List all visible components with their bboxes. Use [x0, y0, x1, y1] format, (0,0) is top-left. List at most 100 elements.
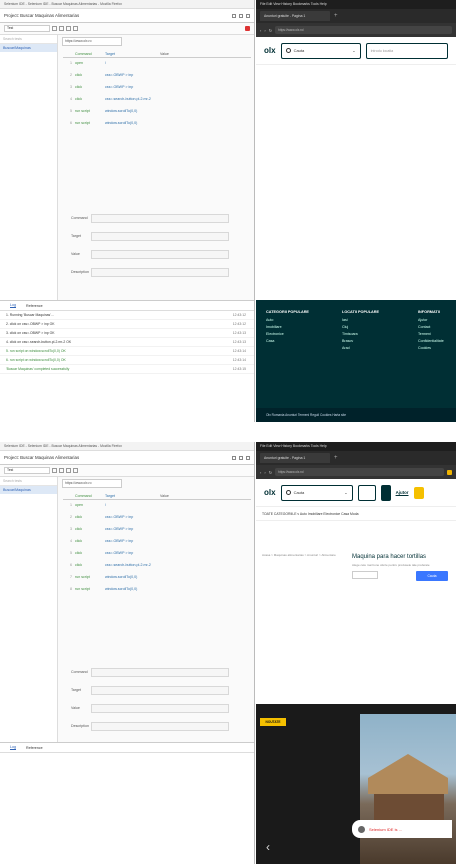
back-icon[interactable]: ‹	[260, 28, 261, 33]
address-bar[interactable]: https://www.olx.ro/	[275, 26, 452, 34]
olx-location-field[interactable]	[357, 484, 376, 501]
new-test-icon[interactable]	[232, 455, 236, 460]
olx-logo[interactable]: olx	[264, 46, 276, 55]
olx-category-nav[interactable]: TOATE CATEGORIILE v Auto Imobiliare Elec…	[256, 507, 456, 521]
promo-text: Alege cele mai bune oferte pentru produs…	[352, 563, 430, 567]
footer-link[interactable]: Electronice	[266, 332, 328, 336]
row-command: click	[75, 85, 82, 89]
extension-icon[interactable]	[447, 469, 452, 475]
run-icon[interactable]	[59, 26, 64, 31]
command-row[interactable]: 3 click css=.OBWP > inp	[63, 524, 251, 536]
olx-search-field[interactable]: Cauta ⌄	[280, 484, 353, 501]
tab-reference[interactable]: Reference	[26, 746, 43, 750]
command-input[interactable]	[91, 667, 229, 677]
value-input[interactable]	[91, 249, 229, 259]
tests-pane: Search tests Buscar/Maquinas	[0, 477, 58, 742]
command-row[interactable]: 6 click css=.search-button.pl-2.mr-2	[63, 560, 251, 572]
firefox-window: File Edit View History Bookmarks Tools H…	[256, 0, 456, 422]
footer-link[interactable]: Imobiliare	[266, 325, 328, 329]
olx-search-button[interactable]	[380, 484, 391, 501]
speed-icon[interactable]	[73, 468, 78, 473]
row-target: css=.OBWP > inp	[105, 539, 134, 543]
back-icon[interactable]: ‹	[260, 470, 261, 475]
target-input[interactable]	[91, 231, 229, 241]
form-label-value: Value	[71, 252, 80, 256]
footer-link[interactable]: Arad	[342, 346, 404, 350]
run-all-icon[interactable]	[52, 468, 57, 473]
command-row[interactable]: 7 run script window.scrollTo(0,0)	[63, 572, 251, 584]
row-command: click	[75, 563, 82, 567]
new-tab-icon[interactable]: +	[334, 455, 338, 461]
command-row[interactable]: 4 click css=.search-button.pl-2.mr-2	[63, 94, 251, 106]
footer-link[interactable]: Confidentialitate	[418, 339, 456, 343]
footer-link[interactable]: Cookies	[418, 346, 456, 350]
log-tabs: Log Reference	[0, 743, 254, 753]
test-select[interactable]: Test	[4, 25, 50, 32]
olx-logo[interactable]: olx	[264, 488, 276, 497]
tab-log[interactable]: Log	[10, 745, 16, 750]
description-input[interactable]	[91, 721, 229, 731]
command-row[interactable]: 3 click css=.OBWP > inp	[63, 82, 251, 94]
footer-link[interactable]: Ajutor	[418, 318, 456, 322]
tab-reference[interactable]: Reference	[26, 304, 43, 308]
target-input[interactable]	[91, 685, 229, 695]
chevron-left-icon[interactable]: ‹	[266, 840, 270, 854]
footer-link[interactable]: Timisoara	[342, 332, 404, 336]
footer-link[interactable]: Contact	[418, 325, 456, 329]
olx-location-field[interactable]: Introdu locatia	[365, 42, 448, 59]
run-icon[interactable]	[59, 468, 64, 473]
description-input[interactable]	[91, 267, 229, 277]
base-url-field[interactable]: https://www.olx.ro	[62, 37, 122, 46]
form-label-command: Command	[71, 670, 88, 674]
test-item[interactable]: Buscar/Maquinas	[0, 44, 57, 52]
footer-link[interactable]: Auto	[266, 318, 328, 322]
olx-search-field[interactable]: Cauta ⌄	[280, 42, 361, 59]
command-row[interactable]: 8 run script window.scrollTo(0,0)	[63, 584, 251, 596]
step-icon[interactable]	[66, 26, 71, 31]
selenium-toast[interactable]: Selenium IDE is ...	[352, 820, 452, 838]
save-icon[interactable]	[246, 13, 250, 18]
record-icon[interactable]	[245, 26, 250, 31]
open-icon[interactable]	[239, 13, 243, 18]
forward-icon[interactable]: ›	[264, 470, 265, 475]
run-all-icon[interactable]	[52, 26, 57, 31]
open-icon[interactable]	[239, 455, 243, 460]
footer-link[interactable]: Iasi	[342, 318, 404, 322]
command-row[interactable]: 1 open /	[63, 58, 251, 70]
tab-log[interactable]: Log	[10, 303, 16, 308]
forward-icon[interactable]: ›	[264, 28, 265, 33]
speed-icon[interactable]	[73, 26, 78, 31]
command-row[interactable]: 6 run script window.scrollTo(0,0)	[63, 118, 251, 130]
step-icon[interactable]	[66, 468, 71, 473]
reload-icon[interactable]: ↻	[269, 470, 272, 475]
new-tab-icon[interactable]: +	[334, 13, 338, 19]
command-row[interactable]: 5 click css=.OBWP > inp	[63, 548, 251, 560]
value-input[interactable]	[91, 703, 229, 713]
promo-input[interactable]	[352, 571, 378, 579]
command-row[interactable]: 1 open /	[63, 500, 251, 512]
command-row[interactable]: 2 click css=.OBWP > inp	[63, 70, 251, 82]
save-icon[interactable]	[246, 455, 250, 460]
ajutor-link[interactable]: Ajutor	[396, 490, 409, 495]
command-row[interactable]: 4 click css=.OBWP > inp	[63, 536, 251, 548]
footer-link[interactable]: Termeni	[418, 332, 456, 336]
address-bar[interactable]: https://www.olx.ro/	[275, 468, 444, 476]
browser-tab[interactable]: Anunturi gratuite - Pagina 1	[260, 453, 330, 463]
base-url-field[interactable]: https://www.olx.ro	[62, 479, 122, 488]
tests-search[interactable]: Search tests	[0, 477, 57, 486]
reload-icon[interactable]: ↻	[269, 28, 272, 33]
command-row[interactable]: 5 run script window.scrollTo(0,0)	[63, 106, 251, 118]
promo-button[interactable]: Cauta	[416, 571, 448, 581]
tests-search[interactable]: Search tests	[0, 35, 57, 44]
test-item[interactable]: Buscar/Maquinas	[0, 486, 57, 494]
add-listing-button[interactable]	[413, 486, 424, 499]
footer-link[interactable]: Brasov	[342, 339, 404, 343]
command-row[interactable]: 2 click css=.OBWP > inp	[63, 512, 251, 524]
footer-link[interactable]: Cluj	[342, 325, 404, 329]
command-input[interactable]	[91, 213, 229, 223]
test-select[interactable]: Test	[4, 467, 50, 474]
footer-link[interactable]: Casa	[266, 339, 328, 343]
new-test-icon[interactable]	[232, 13, 236, 18]
browser-tab[interactable]: Anunturi gratuite - Pagina 1	[260, 11, 330, 21]
row-command: click	[75, 539, 82, 543]
